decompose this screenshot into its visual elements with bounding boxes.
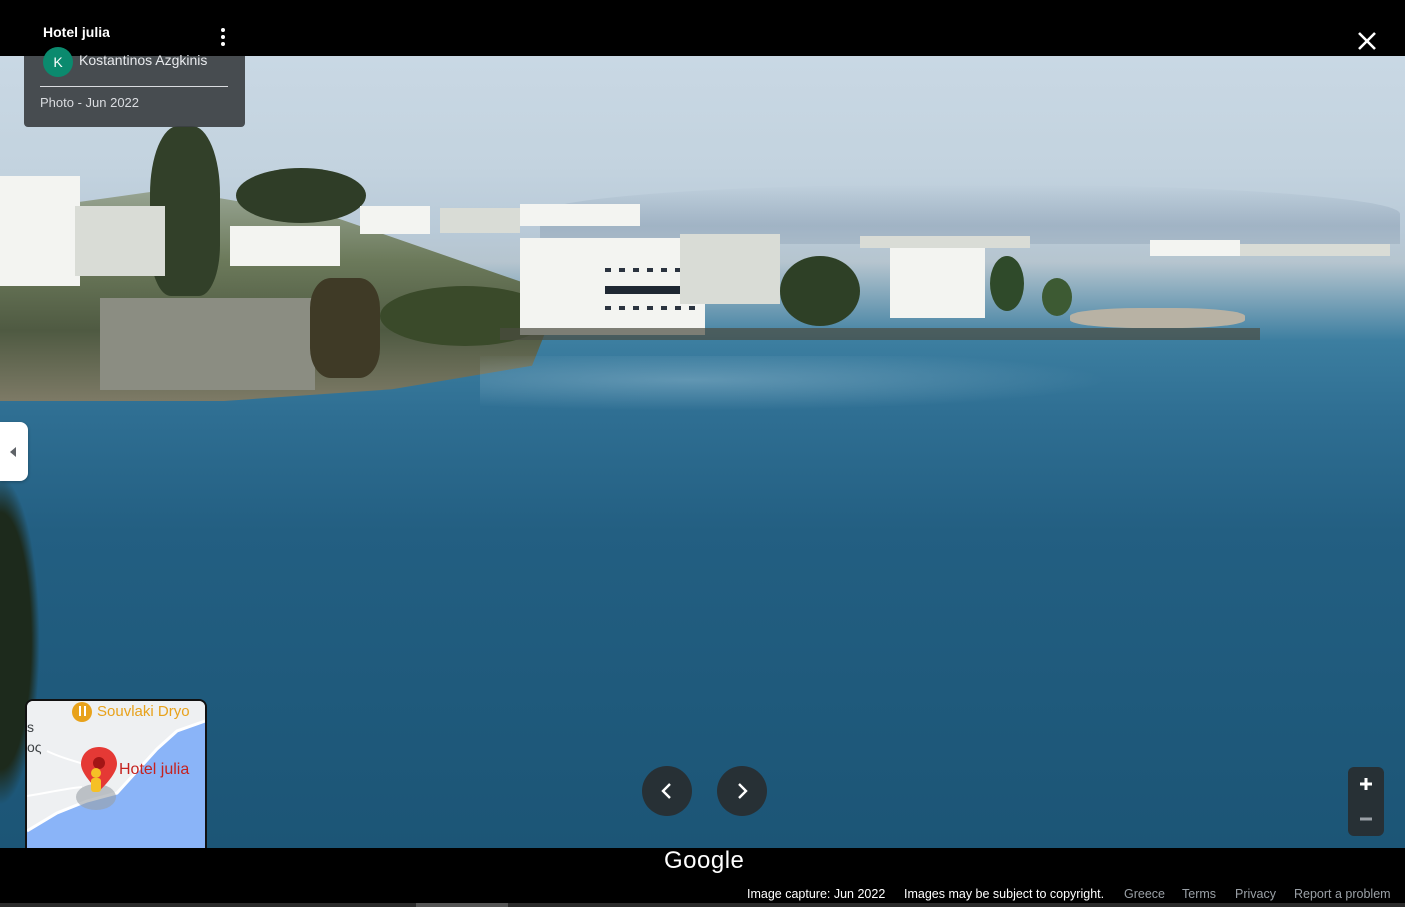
zoom-in-button[interactable]: [1348, 767, 1384, 801]
scrollbar-thumb[interactable]: [416, 903, 508, 907]
trees: [780, 256, 860, 326]
building: [360, 206, 430, 234]
place-label: Hotel julia: [119, 761, 190, 778]
terms-link[interactable]: Terms: [1182, 887, 1216, 901]
map-edge-text: s: [27, 719, 34, 735]
pegman-icon: [91, 768, 101, 778]
building: [230, 226, 340, 266]
top-bar: [0, 0, 1405, 56]
sea-sheen: [480, 356, 1180, 416]
rock-outcrop: [310, 278, 380, 378]
close-icon: [1358, 32, 1376, 50]
building: [860, 236, 1030, 248]
poi-label: Souvlaki Dryo: [97, 703, 190, 720]
building: [1150, 240, 1240, 256]
copyright-notice: Images may be subject to copyright.: [904, 887, 1105, 901]
tree: [1042, 278, 1072, 316]
more-vert-dot: [221, 42, 225, 46]
restaurant-icon: [72, 702, 92, 722]
zoom-out-button[interactable]: [1348, 802, 1384, 836]
shoreline: [500, 328, 1260, 340]
photo-date: Photo - Jun 2022: [40, 95, 140, 110]
more-vert-dot: [221, 35, 225, 39]
tree: [990, 256, 1024, 311]
building: [75, 206, 165, 276]
privacy-link[interactable]: Privacy: [1235, 887, 1276, 901]
building: [520, 204, 640, 226]
building: [0, 176, 80, 286]
country-link[interactable]: Greece: [1124, 887, 1165, 901]
tree: [236, 168, 366, 223]
next-photo-button[interactable]: [717, 766, 767, 816]
map-edge-text: ος: [27, 739, 42, 755]
building: [1240, 244, 1390, 256]
rocks: [1070, 308, 1245, 328]
more-options-button[interactable]: [214, 24, 232, 50]
caret-left-icon: [10, 446, 16, 457]
distant-hills: [540, 184, 1400, 244]
minus-icon: [1360, 817, 1372, 821]
more-vert-icon: [221, 28, 225, 32]
divider: [40, 86, 228, 87]
zoom-control: [1348, 767, 1384, 836]
stone-wall: [100, 298, 315, 390]
chevron-left-icon: [661, 783, 671, 799]
building: [680, 234, 780, 304]
close-button[interactable]: [1352, 26, 1382, 56]
building: [890, 248, 985, 318]
previous-photo-button[interactable]: [642, 766, 692, 816]
google-logo: Google: [664, 847, 745, 874]
panorama-photo[interactable]: [0, 56, 1405, 848]
building: [440, 208, 520, 233]
scrollbar-track[interactable]: [0, 903, 1405, 907]
place-title[interactable]: Hotel julia: [43, 24, 110, 40]
plus-icon: [1360, 778, 1372, 790]
windows: [605, 306, 700, 310]
collapse-panel-button[interactable]: [0, 422, 28, 481]
report-problem-link[interactable]: Report a problem: [1294, 887, 1391, 901]
chevron-right-icon: [738, 783, 748, 799]
image-capture-date: Image capture: Jun 2022: [747, 887, 886, 901]
author-name[interactable]: Kostantinos Azgkinis: [79, 52, 207, 68]
avatar[interactable]: K: [43, 47, 73, 77]
